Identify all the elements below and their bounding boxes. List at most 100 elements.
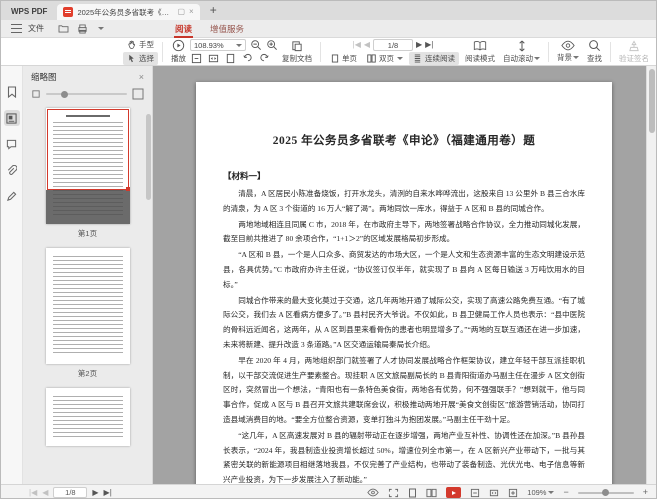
verify-signature-label: 验证签名 <box>619 53 649 64</box>
zoom-out-icon[interactable] <box>249 39 262 51</box>
status-last-page-icon[interactable]: ▶| <box>104 489 112 497</box>
rotate-left-icon[interactable] <box>241 52 254 64</box>
tab-shield-icon: ▢ <box>177 8 185 16</box>
status-prev-page-icon[interactable]: ◀ <box>42 489 48 497</box>
auto-scroll-caret-icon <box>534 57 540 60</box>
pdf-page-1[interactable]: 2025 年公务员多省联考《申论》（福建通用卷）题 【材料一】 清晨，A 区居民… <box>196 82 612 484</box>
first-page-icon[interactable]: |◀ <box>353 41 361 49</box>
status-zoom-slider-handle[interactable] <box>602 489 609 496</box>
continuous-read-button[interactable]: 连续阅读 <box>409 52 459 65</box>
prev-page-icon[interactable]: ◀ <box>364 41 370 49</box>
thumbnail-slider-handle[interactable] <box>61 91 68 98</box>
paragraph: 同城合作带来的最大变化莫过于交通，这几年两地开通了城际公交，实现了高速公路免费互… <box>223 294 585 353</box>
zoom-increase-icon[interactable]: + <box>643 488 648 497</box>
background-button[interactable]: 背景 <box>553 39 583 64</box>
app-logo[interactable]: WPS PDF <box>9 7 57 20</box>
actual-size-icon[interactable] <box>224 52 237 64</box>
status-page-number-input[interactable]: 1/8 <box>53 487 87 498</box>
zoom-caret-icon <box>236 44 242 47</box>
large-thumbnail-icon <box>132 88 144 100</box>
vertical-scrollbar-thumb[interactable] <box>649 69 655 133</box>
status-fit-page-icon[interactable] <box>470 488 480 498</box>
status-fit-width-icon[interactable] <box>489 488 499 498</box>
attachments-icon[interactable] <box>4 162 20 178</box>
zoom-decrease-icon[interactable]: − <box>563 488 568 497</box>
open-folder-icon[interactable] <box>58 24 69 33</box>
fit-page-icon[interactable] <box>190 52 203 64</box>
find-label: 查找 <box>587 53 602 64</box>
thumbnail-label: 第1页 <box>78 228 97 239</box>
pdf-file-icon <box>63 7 73 17</box>
tab-value-services[interactable]: 增值服务 <box>209 21 245 37</box>
read-mode-button[interactable]: 阅读模式 <box>461 39 499 65</box>
status-zoom-combo[interactable]: 109% <box>527 488 554 497</box>
statusbar-page-nav: |◀ ◀ 1/8 ▶ ▶| <box>29 487 112 498</box>
select-tool-button[interactable]: 选择 <box>123 52 158 65</box>
status-single-page-icon[interactable] <box>408 488 417 498</box>
play-button[interactable]: 播放 <box>167 38 190 65</box>
fit-width-icon[interactable] <box>207 52 220 64</box>
status-double-page-icon[interactable] <box>426 488 437 498</box>
read-mode-label: 阅读模式 <box>465 53 495 64</box>
viewport-resize-handle[interactable] <box>126 187 130 191</box>
status-first-page-icon[interactable]: |◀ <box>29 489 37 497</box>
document-tab-title: 2025年公务员多省联考《申论》（福建通用卷）题 <box>77 7 173 18</box>
panel-close-icon[interactable]: × <box>139 72 144 82</box>
thumbnail-item-1[interactable]: 第1页 <box>46 108 130 239</box>
auto-scroll-button[interactable]: 自动滚动 <box>499 39 544 65</box>
find-button[interactable]: 查找 <box>583 38 606 65</box>
thumbnail-item-3[interactable] <box>46 388 130 446</box>
eye-protect-icon[interactable] <box>367 488 379 497</box>
more-tools-caret-icon[interactable] <box>98 27 104 30</box>
zoom-level-value: 108.93% <box>194 41 224 50</box>
panel-scrollbar-thumb[interactable] <box>146 114 151 200</box>
thumbnail-label: 第2页 <box>78 368 97 379</box>
menu-bar: 文件 阅读 增值服务 <box>1 20 656 38</box>
paragraph: 两地地域相连且同属 C 市，2018 年，在市政府主导下，两地签署战略合作协议，… <box>223 218 585 248</box>
vertical-scrollbar[interactable] <box>646 66 656 484</box>
next-page-icon[interactable]: ▶ <box>416 41 422 49</box>
tab-close-icon[interactable]: × <box>189 8 194 16</box>
status-next-page-icon[interactable]: ▶ <box>92 489 98 497</box>
last-page-icon[interactable]: ▶| <box>425 41 433 49</box>
bookmarks-icon[interactable] <box>4 84 20 100</box>
copy-document-button[interactable]: 复制文档 <box>278 39 316 65</box>
status-bar: |◀ ◀ 1/8 ▶ ▶| <box>1 484 656 499</box>
signature-icon[interactable] <box>4 188 20 204</box>
hand-tool-button[interactable]: 手型 <box>123 38 158 51</box>
copy-document-label: 复制文档 <box>282 53 312 64</box>
page-number-input[interactable]: 1/8 <box>373 39 413 51</box>
fullscreen-icon[interactable] <box>508 488 518 498</box>
document-tab[interactable]: 2025年公务员多省联考《申论》（福建通用卷）题 ▢ × <box>57 4 199 20</box>
hamburger-menu-icon[interactable] <box>11 24 22 33</box>
background-label: 背景 <box>557 52 572 63</box>
ribbon-tabs: 阅读 增值服务 <box>174 20 245 37</box>
double-page-button[interactable]: 双页 <box>363 52 407 65</box>
thumbnails-panel-icon[interactable] <box>4 110 20 126</box>
fit-window-icon[interactable] <box>388 488 399 498</box>
document-viewer[interactable]: 2025 年公务员多省联考《申论》（福建通用卷）题 【材料一】 清晨，A 区居民… <box>153 66 656 484</box>
new-tab-button[interactable]: + <box>200 3 227 20</box>
paragraph: “这几年，A 区高速发展对 B 县的辐射带动正在逐步增强，两地产业互补性、协调性… <box>223 429 585 484</box>
toolbar-separator <box>162 42 163 62</box>
document-title: 2025 年公务员多省联考《申论》（福建通用卷）题 <box>223 132 585 148</box>
print-icon[interactable] <box>77 24 88 34</box>
thumbnail-list: 第1页 第2页 <box>23 106 152 484</box>
paragraph: 清晨，A 区居民小陈准备烧饭，打开水龙头，清洌的自来水哗哗流出，这股来自 13 … <box>223 187 585 217</box>
thumbnails-panel: 缩略图 × 第1页 <box>23 66 153 484</box>
single-page-button[interactable]: 单页 <box>327 52 361 65</box>
certificate-manage-button[interactable]: 证书管理 <box>653 39 657 65</box>
thumbnail-size-slider[interactable] <box>46 93 127 95</box>
rotate-right-icon[interactable] <box>258 52 271 64</box>
comments-icon[interactable] <box>4 136 20 152</box>
viewport-indicator[interactable] <box>47 109 129 190</box>
status-zoom-slider[interactable] <box>578 492 634 494</box>
app-body: 缩略图 × 第1页 <box>1 66 656 484</box>
thumbnail-item-2[interactable]: 第2页 <box>46 248 130 379</box>
file-menu[interactable]: 文件 <box>28 23 44 34</box>
status-play-button[interactable] <box>446 487 461 498</box>
zoom-in-icon[interactable] <box>265 39 278 51</box>
double-page-caret-icon <box>397 57 403 60</box>
tab-read[interactable]: 阅读 <box>174 21 193 37</box>
zoom-level-combo[interactable]: 108.93% <box>190 39 246 51</box>
